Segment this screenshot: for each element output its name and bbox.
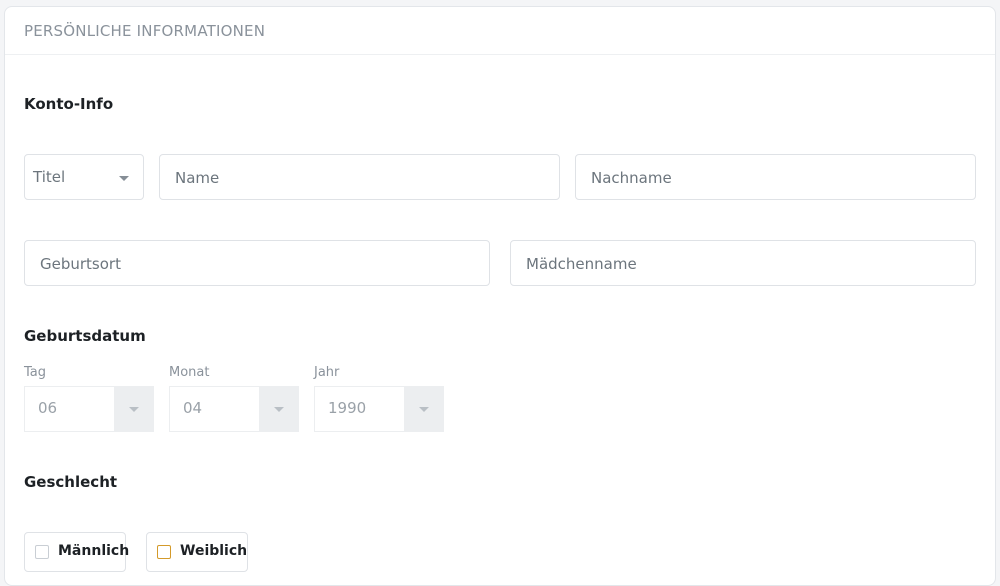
month-value: 04 <box>183 399 203 417</box>
title-select-value: Titel <box>33 168 66 186</box>
maidenname-placeholder: Mädchenname <box>526 255 637 273</box>
day-value: 06 <box>38 399 58 417</box>
card-header: PERSÖNLICHE INFORMATIONEN <box>5 7 995 55</box>
birthplace-input[interactable]: Geburtsort <box>24 240 490 286</box>
month-label: Monat <box>169 365 210 380</box>
gender-option-male[interactable]: Männlich <box>24 532 130 572</box>
day-dropdown-button[interactable] <box>114 387 153 431</box>
name-placeholder: Name <box>175 169 220 187</box>
month-select[interactable]: 04 <box>169 386 299 432</box>
month-dropdown-button[interactable] <box>259 387 298 431</box>
name-input[interactable]: Name <box>159 154 560 200</box>
chevron-down-icon <box>274 407 284 412</box>
account-info-heading: Konto-Info <box>24 95 114 113</box>
gender-option-female[interactable]: Weiblich <box>146 532 248 572</box>
personal-info-card: PERSÖNLICHE INFORMATIONEN Konto-Info Tit… <box>4 6 996 586</box>
year-label: Jahr <box>314 365 340 380</box>
gender-heading: Geschlecht <box>24 473 118 491</box>
gender-option-label: Weiblich <box>180 543 248 559</box>
year-value: 1990 <box>328 399 367 417</box>
chevron-down-icon <box>419 407 429 412</box>
birthdate-heading: Geburtsdatum <box>24 327 146 345</box>
day-select[interactable]: 06 <box>24 386 154 432</box>
gender-option-label: Männlich <box>58 543 130 559</box>
title-select[interactable]: Titel <box>24 154 144 200</box>
checkbox-icon[interactable] <box>35 545 49 559</box>
year-dropdown-button[interactable] <box>404 387 443 431</box>
lastname-input[interactable]: Nachname <box>575 154 976 200</box>
chevron-down-icon <box>119 176 129 181</box>
birthplace-placeholder: Geburtsort <box>40 255 121 273</box>
checkbox-icon[interactable] <box>157 545 171 559</box>
day-label: Tag <box>24 365 47 380</box>
chevron-down-icon <box>129 407 139 412</box>
lastname-placeholder: Nachname <box>591 169 672 187</box>
maidenname-input[interactable]: Mädchenname <box>510 240 976 286</box>
year-select[interactable]: 1990 <box>314 386 444 432</box>
card-title: PERSÖNLICHE INFORMATIONEN <box>24 22 266 40</box>
